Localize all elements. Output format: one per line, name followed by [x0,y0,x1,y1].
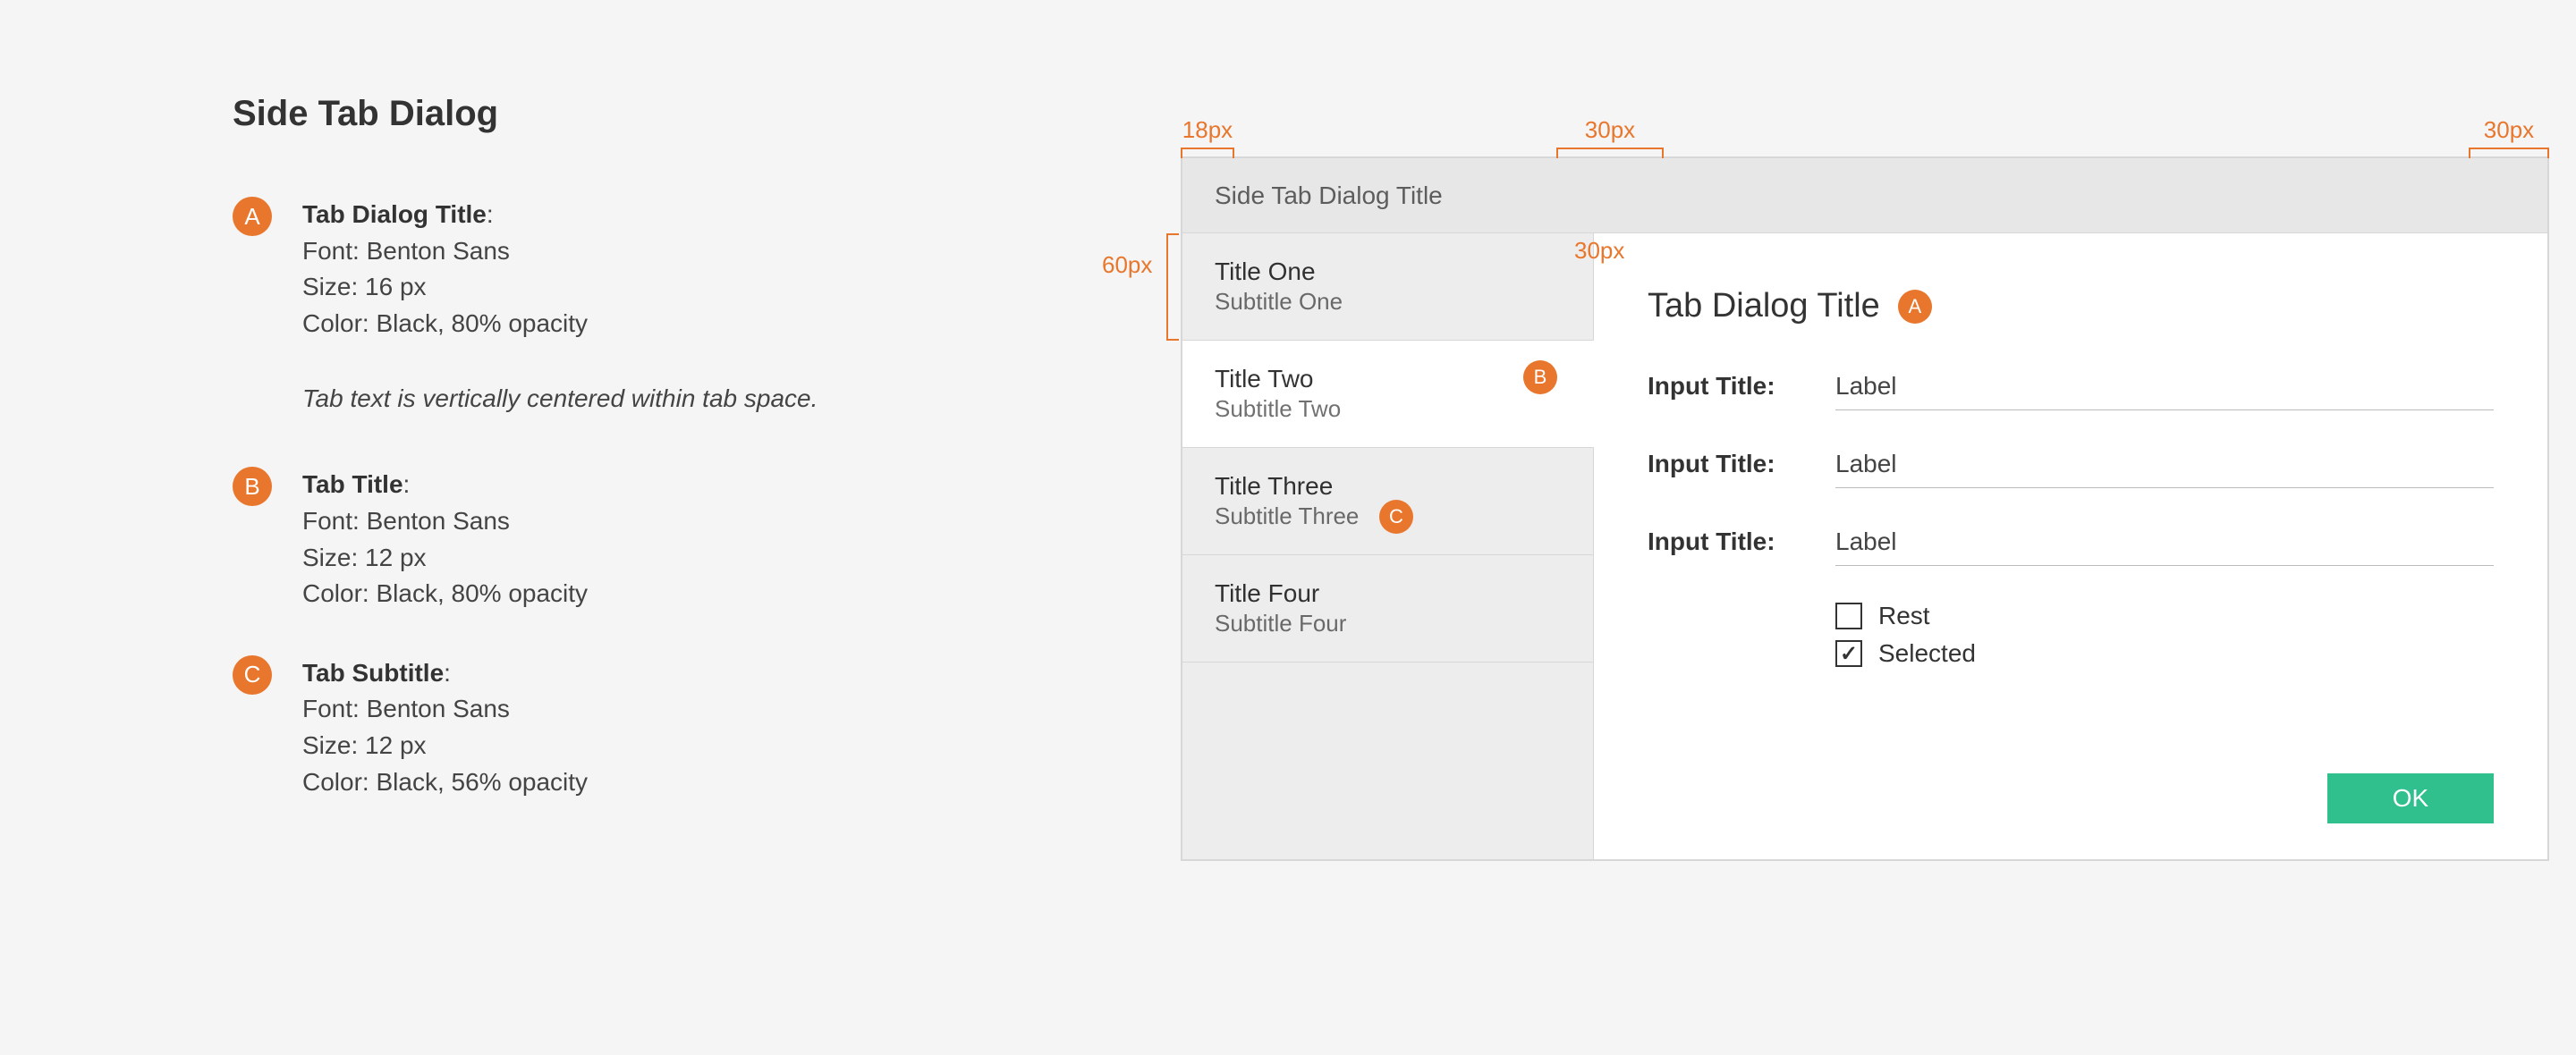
checkbox-rest[interactable]: Rest [1835,602,2494,630]
tab-title: Title Four [1215,579,1593,608]
page-title: Side Tab Dialog [233,94,930,134]
badge-b-icon: B [1523,360,1557,394]
bracket-icon [1166,233,1179,341]
text-input-1[interactable] [1835,368,2494,410]
dim-18-label: 18px [1182,116,1233,143]
tab-title: Title One [1215,257,1593,286]
tab-subtitle: Subtitle One [1215,288,1593,316]
spec-note: Tab text is vertically centered within t… [302,384,930,413]
bracket-icon [2469,148,2549,158]
dim-60-label: 60px [1102,251,1152,279]
spec-b-size: Size: 12 px [302,544,427,571]
spec-c-color: Color: Black, 56% opacity [302,768,588,796]
tab-one[interactable]: Title One Subtitle One [1182,233,1593,341]
badge-b-icon: B [233,467,272,506]
dim-30a: 30px [1556,116,1664,158]
spec-b-font: Font: Benton Sans [302,507,510,535]
tab-four[interactable]: Title Four Subtitle Four [1182,555,1593,663]
spec-a-title: Tab Dialog Title [302,200,487,228]
checkbox-selected-label: Selected [1878,639,1976,668]
form-row-2: Input Title: [1648,446,2494,488]
tab-three[interactable]: Title Three Subtitle Three C [1182,448,1593,555]
tab-title: Title Three [1215,472,1593,501]
spec-c-font: Font: Benton Sans [302,695,510,722]
tab-subtitle: Subtitle Two [1215,395,1593,423]
spec-a-color: Color: Black, 80% opacity [302,309,588,337]
tab-empty [1182,663,1593,770]
dim-30b: 30px [2469,116,2549,158]
badge-c-icon: C [233,655,272,695]
checkbox-checked-icon: ✓ [1835,640,1862,667]
badge-a-icon: A [233,197,272,236]
form-row-3: Input Title: [1648,524,2494,566]
docs-column: Side Tab Dialog A Tab Dialog Title: Font… [233,94,930,843]
content-title-row: Tab Dialog Title A [1648,287,2494,325]
dialog-body: Title One Subtitle One Title Two Subtitl… [1182,233,2547,859]
dialog-content: Tab Dialog Title A Input Title: Input Ti… [1594,233,2547,859]
side-tabs: Title One Subtitle One Title Two Subtitl… [1182,233,1594,859]
dim-18: 18px [1181,116,1234,158]
tab-two[interactable]: Title Two Subtitle Two B [1182,341,1595,448]
dialog-title: Side Tab Dialog Title [1182,158,2547,233]
ok-button[interactable]: OK [2327,773,2494,823]
bracket-icon [1556,148,1664,158]
spec-c-size: Size: 12 px [302,731,427,759]
badge-c-icon: C [1379,500,1413,534]
checkbox-rest-label: Rest [1878,602,1930,630]
spec-c-title: Tab Subtitle [302,659,444,687]
input-label: Input Title: [1648,528,1835,556]
input-label: Input Title: [1648,372,1835,401]
spec-c-body: Tab Subtitle: Font: Benton Sans Size: 12… [302,655,588,800]
spec-b-color: Color: Black, 80% opacity [302,579,588,607]
spec-b-body: Tab Title: Font: Benton Sans Size: 12 px… [302,467,588,612]
tab-subtitle: Subtitle Four [1215,610,1593,637]
spec-a: A Tab Dialog Title: Font: Benton Sans Si… [233,197,930,342]
text-input-3[interactable] [1835,524,2494,566]
badge-a-icon: A [1898,290,1932,324]
checkbox-selected[interactable]: ✓ Selected [1835,639,2494,668]
dialog-mock: 18px 30px 30px 60px 30px Side Tab Dialog… [1181,156,2549,861]
text-input-2[interactable] [1835,446,2494,488]
dim-30b-label: 30px [2484,116,2534,143]
spec-a-body: Tab Dialog Title: Font: Benton Sans Size… [302,197,588,342]
spec-a-font: Font: Benton Sans [302,237,510,265]
side-tab-dialog: Side Tab Dialog Title Title One Subtitle… [1181,156,2549,861]
dim-30a-label: 30px [1585,116,1635,143]
input-label: Input Title: [1648,450,1835,478]
checkbox-group: Rest ✓ Selected [1835,602,2494,668]
spec-a-size: Size: 16 px [302,273,427,300]
bracket-icon [1181,148,1234,158]
form-row-1: Input Title: [1648,368,2494,410]
spec-c: C Tab Subtitle: Font: Benton Sans Size: … [233,655,930,800]
content-title: Tab Dialog Title [1648,287,1880,325]
checkbox-empty-icon [1835,603,1862,629]
spec-b-title: Tab Title [302,470,403,498]
spec-b: B Tab Title: Font: Benton Sans Size: 12 … [233,467,930,612]
